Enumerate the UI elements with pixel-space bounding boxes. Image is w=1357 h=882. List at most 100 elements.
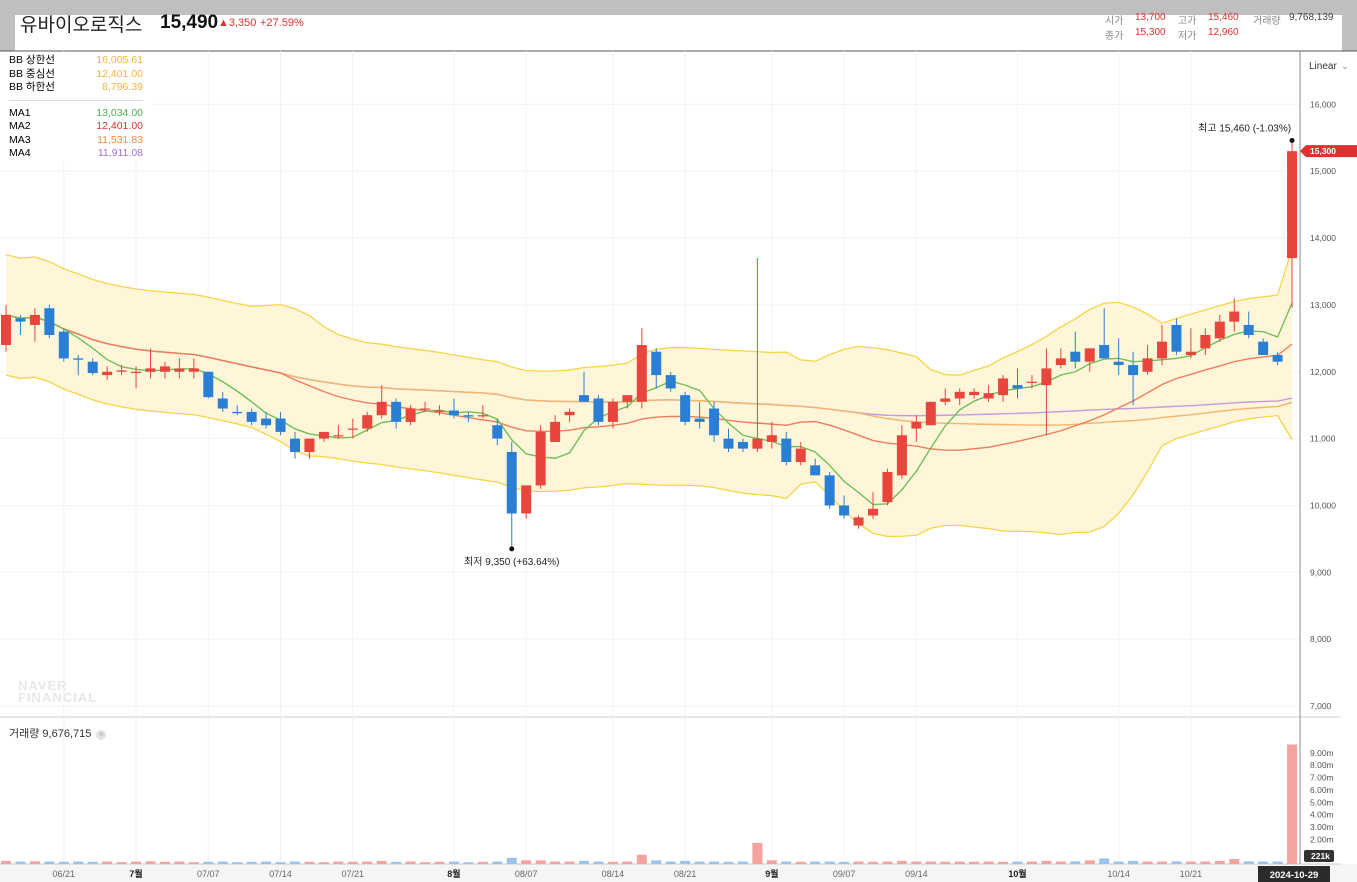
volume-bar[interactable] bbox=[983, 861, 994, 864]
volume-bar[interactable] bbox=[709, 861, 720, 864]
volume-bar[interactable] bbox=[304, 861, 315, 864]
volume-bar[interactable] bbox=[651, 860, 662, 864]
legend-bb-upper[interactable]: BB 상한선 16,005.61 bbox=[0, 54, 152, 68]
chart-canvas[interactable]: 2.00m 3.00m 4.00m 5.00m 6.00m 7.00m 8.00m 9.00m… bbox=[0, 0, 1357, 882]
volume-bar[interactable] bbox=[58, 861, 69, 864]
volume-bar[interactable] bbox=[1, 860, 11, 864]
indicator-legend[interactable]: BB 상한선 16,005.61 BB 중심선 12,401.00 BB 하한선 8,… bbox=[0, 54, 152, 161]
volume-bar[interactable] bbox=[448, 861, 459, 864]
volume-bar[interactable] bbox=[1099, 858, 1110, 864]
volume-bar[interactable] bbox=[795, 861, 806, 864]
volume-bar[interactable] bbox=[405, 861, 416, 864]
volume-bar[interactable] bbox=[131, 861, 142, 864]
volume-bar[interactable] bbox=[87, 861, 98, 864]
volume-bar[interactable] bbox=[145, 861, 156, 864]
volume-bar[interactable] bbox=[333, 861, 344, 864]
volume-bar[interactable] bbox=[1287, 744, 1298, 864]
volume-bar[interactable] bbox=[636, 854, 647, 864]
volume-bar[interactable] bbox=[1084, 860, 1095, 864]
volume-bar[interactable] bbox=[1128, 860, 1139, 864]
volume-bar[interactable] bbox=[1214, 860, 1225, 864]
volume-bar[interactable] bbox=[1258, 861, 1269, 864]
volume-bar[interactable] bbox=[174, 861, 185, 864]
volume-bar[interactable] bbox=[391, 861, 402, 864]
volume-bar[interactable] bbox=[102, 861, 113, 864]
volume-bar[interactable] bbox=[766, 860, 777, 864]
volume-bar[interactable] bbox=[116, 862, 127, 864]
volume-bar[interactable] bbox=[1157, 861, 1167, 864]
volume-bar[interactable] bbox=[752, 843, 763, 864]
volume-bar[interactable] bbox=[839, 861, 850, 864]
volume-bar[interactable] bbox=[1041, 860, 1052, 864]
volume-bar[interactable] bbox=[911, 861, 922, 864]
volume-bar[interactable] bbox=[998, 861, 1009, 864]
volume-bar[interactable] bbox=[680, 860, 691, 864]
volume-bar[interactable] bbox=[896, 860, 907, 864]
stock-chart[interactable]: 2.00m 3.00m 4.00m 5.00m 6.00m 7.00m 8.00m 9.00m… bbox=[0, 0, 1357, 882]
volume-bar[interactable] bbox=[434, 861, 445, 864]
scale-mode-dropdown[interactable]: Linear ⌄ bbox=[1309, 61, 1349, 72]
volume-bar[interactable] bbox=[261, 861, 272, 864]
volume-bar[interactable] bbox=[550, 861, 561, 864]
volume-bar[interactable] bbox=[376, 860, 387, 864]
volume-bar[interactable] bbox=[477, 861, 488, 864]
legend-ma1[interactable]: MA1 13,034.00 bbox=[0, 107, 152, 121]
volume-bar[interactable] bbox=[1272, 861, 1283, 864]
candle[interactable] bbox=[925, 401, 936, 426]
volume-bar[interactable] bbox=[318, 862, 329, 864]
volume-bar[interactable] bbox=[275, 862, 286, 864]
candle[interactable] bbox=[44, 304, 55, 339]
volume-bar[interactable] bbox=[347, 861, 358, 864]
volume-bar[interactable] bbox=[694, 861, 705, 864]
candle[interactable] bbox=[58, 328, 69, 362]
legend-ma2[interactable]: MA2 12,401.00 bbox=[0, 120, 152, 134]
volume-bar[interactable] bbox=[868, 861, 878, 864]
volume-bar[interactable] bbox=[159, 861, 170, 864]
candle[interactable] bbox=[535, 425, 546, 489]
volume-bar[interactable] bbox=[737, 861, 748, 864]
volume-bar[interactable] bbox=[1142, 861, 1153, 864]
volume-bar[interactable] bbox=[781, 861, 792, 864]
volume-bar[interactable] bbox=[665, 861, 676, 864]
legend-bb-mid[interactable]: BB 중심선 12,401.00 bbox=[0, 68, 152, 82]
legend-bb-lower[interactable]: BB 하한선 8,796.39 bbox=[0, 81, 152, 95]
volume-bar[interactable] bbox=[882, 861, 893, 864]
volume-bar[interactable] bbox=[723, 861, 734, 864]
volume-bar[interactable] bbox=[925, 861, 936, 864]
volume-bar[interactable] bbox=[607, 861, 618, 864]
candle[interactable] bbox=[593, 395, 604, 426]
volume-bar[interactable] bbox=[506, 857, 517, 864]
volume-bar[interactable] bbox=[246, 861, 257, 864]
volume-bar[interactable] bbox=[217, 861, 228, 864]
volume-bar[interactable] bbox=[203, 861, 214, 864]
volume-bar[interactable] bbox=[232, 862, 243, 864]
volume-bar[interactable] bbox=[1171, 861, 1182, 864]
volume-bar[interactable] bbox=[29, 861, 40, 864]
legend-ma3[interactable]: MA3 11,531.83 bbox=[0, 134, 152, 148]
volume-bar[interactable] bbox=[492, 861, 503, 864]
volume-bar[interactable] bbox=[44, 861, 55, 864]
volume-bar[interactable] bbox=[362, 861, 373, 864]
volume-bar[interactable] bbox=[521, 860, 532, 864]
candle[interactable] bbox=[882, 468, 893, 506]
volume-bar[interactable] bbox=[1200, 861, 1211, 864]
candle[interactable] bbox=[824, 472, 835, 509]
volume-bar[interactable] bbox=[969, 861, 980, 864]
volume-bar[interactable] bbox=[535, 860, 546, 864]
volume-bar[interactable] bbox=[73, 861, 84, 864]
volume-bar[interactable] bbox=[1012, 861, 1023, 864]
volume-bar[interactable] bbox=[622, 861, 633, 864]
volume-bar[interactable] bbox=[1185, 861, 1196, 864]
volume-bar[interactable] bbox=[564, 861, 575, 864]
volume-bar[interactable] bbox=[1055, 861, 1066, 864]
volume-bar[interactable] bbox=[593, 861, 604, 864]
volume-bar[interactable] bbox=[1229, 859, 1240, 864]
volume-bar[interactable] bbox=[940, 861, 951, 864]
volume-bar[interactable] bbox=[579, 860, 589, 864]
volume-bar[interactable] bbox=[463, 862, 474, 864]
legend-ma4[interactable]: MA4 11,911.08 bbox=[0, 147, 152, 161]
volume-bar[interactable] bbox=[824, 861, 835, 864]
volume-bar[interactable] bbox=[1243, 861, 1254, 864]
volume-bar[interactable] bbox=[420, 862, 431, 864]
volume-bar[interactable] bbox=[1113, 861, 1124, 864]
